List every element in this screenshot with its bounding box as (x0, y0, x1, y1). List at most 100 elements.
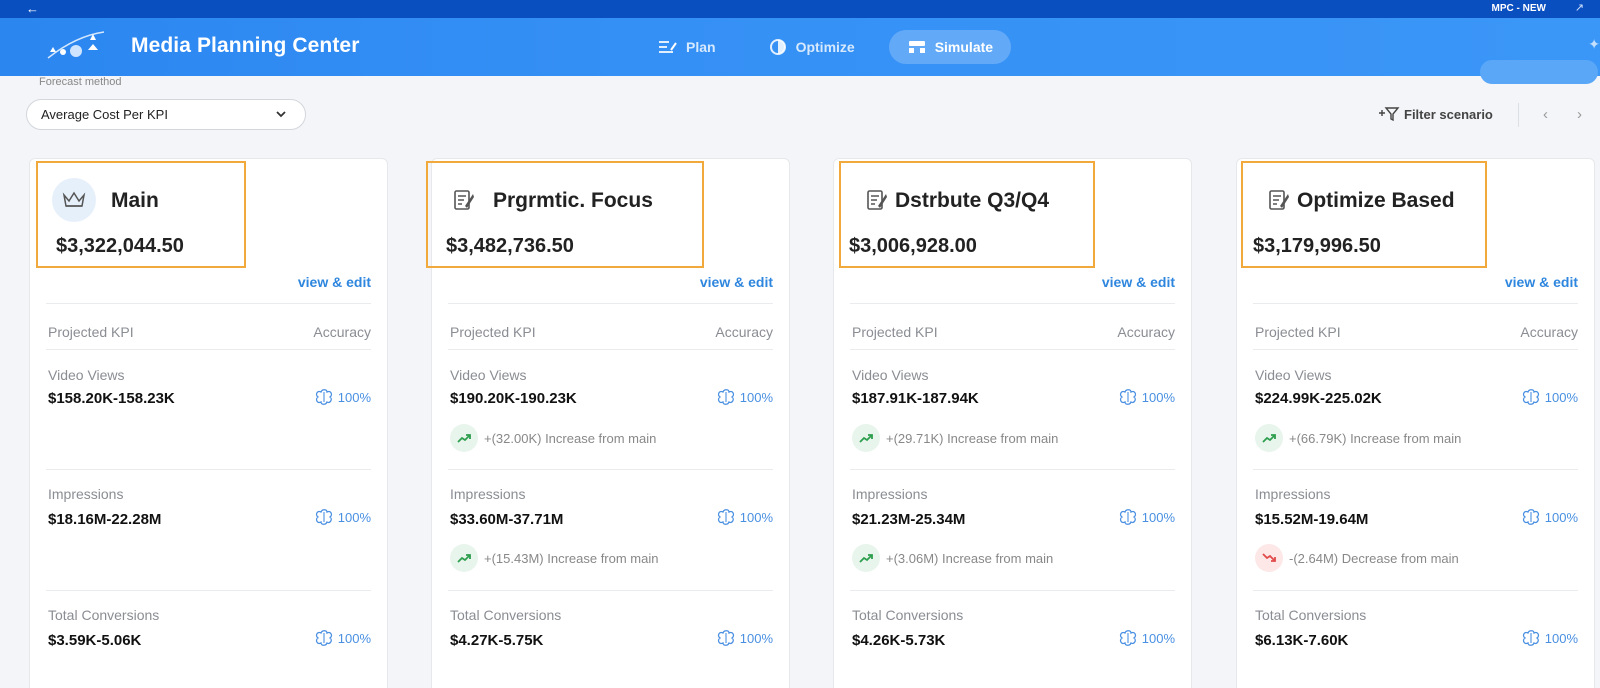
brain-icon (1522, 509, 1539, 525)
brain-icon (315, 630, 332, 646)
plan-icon (659, 41, 677, 53)
chevron-left-icon[interactable]: ‹ (1543, 106, 1548, 123)
tab-optimize[interactable]: Optimize (750, 30, 873, 64)
kpi-delta-text: -(2.64M) Decrease from main (1289, 550, 1459, 566)
brain-icon (717, 630, 734, 646)
view-edit-link[interactable]: view & edit (700, 274, 773, 290)
trend-up-icon (1255, 424, 1283, 452)
divider (46, 469, 371, 470)
window-titlebar: ← MPC - NEW ↗ (0, 0, 1600, 18)
trend-up-icon (852, 424, 880, 452)
kpi-name: Total Conversions (450, 607, 562, 623)
scenario-name: Prgrmtic. Focus (493, 189, 653, 212)
scenario-amount: $3,006,928.00 (849, 235, 977, 257)
optimize-icon (769, 39, 786, 55)
kpi-name: Impressions (450, 486, 526, 502)
trend-up-icon (450, 424, 478, 452)
back-arrow-icon[interactable]: ← (26, 1, 39, 16)
accuracy-text: 100% (337, 509, 371, 525)
scenario-card-dstrbute-q3q4: Dstrbute Q3/Q4 $3,006,928.00 view & edit… (833, 158, 1192, 688)
kpi-delta: +(66.79K) Increase from main (1255, 424, 1461, 452)
brain-icon (1119, 630, 1136, 646)
accuracy-value: 100% (1521, 630, 1578, 646)
divider (850, 590, 1175, 591)
kpi-value: $33.60M-37.71M (450, 511, 564, 528)
edit-document-icon (1257, 178, 1301, 222)
scenario-amount: $3,322,044.50 (56, 235, 184, 257)
kpi-value: $6.13K-7.60K (1255, 632, 1349, 649)
tab-plan[interactable]: Plan (640, 30, 734, 64)
accuracy-text: 100% (1141, 389, 1175, 405)
kpi-value: $21.23M-25.34M (852, 511, 966, 528)
accuracy-text: 100% (1544, 630, 1578, 646)
divider (46, 590, 371, 591)
kpi-name: Impressions (852, 486, 928, 502)
trend-up-icon (852, 544, 880, 572)
expand-icon[interactable]: ↗ (1575, 1, 1584, 14)
accuracy-text: 100% (739, 509, 773, 525)
divider (448, 303, 773, 304)
scenario-amount: $3,482,736.50 (446, 235, 574, 257)
accuracy-text: 100% (1544, 389, 1578, 405)
accuracy-value: 100% (716, 630, 773, 646)
chevron-right-icon[interactable]: › (1577, 106, 1582, 123)
kpi-name: Video Views (48, 367, 125, 383)
kpi-delta-text: +(3.06M) Increase from main (886, 550, 1054, 566)
accuracy-value: 100% (716, 509, 773, 525)
kpi-delta-text: +(32.00K) Increase from main (484, 430, 657, 446)
projected-kpi-header: Projected KPI (450, 324, 536, 340)
kpi-name: Impressions (1255, 486, 1331, 502)
chevron-down-icon (276, 111, 286, 118)
divider (448, 590, 773, 591)
kpi-name: Total Conversions (1255, 607, 1367, 623)
accuracy-value: 100% (1521, 389, 1578, 405)
scenario-header: Optimize Based $3,179,996.50 (1241, 161, 1487, 268)
kpi-value: $187.91K-187.94K (852, 390, 979, 407)
divider (46, 303, 371, 304)
scenario-name: Optimize Based (1297, 189, 1455, 212)
tab-plan-label: Plan (686, 39, 716, 55)
settings-puzzle-icon[interactable]: ✦ (1588, 36, 1600, 53)
kpi-name: Impressions (48, 486, 124, 502)
divider (1253, 590, 1578, 591)
view-edit-link[interactable]: view & edit (1505, 274, 1578, 290)
scenario-header: Dstrbute Q3/Q4 $3,006,928.00 (839, 161, 1095, 268)
kpi-name: Video Views (450, 367, 527, 383)
accuracy-text: 100% (337, 630, 371, 646)
kpi-value: $18.16M-22.28M (48, 511, 162, 528)
accuracy-header: Accuracy (313, 324, 371, 340)
kpi-delta-text: +(15.43M) Increase from main (484, 550, 659, 566)
brain-icon (717, 389, 734, 405)
accuracy-header: Accuracy (1117, 324, 1175, 340)
tab-simulate[interactable]: Simulate (888, 30, 1012, 64)
kpi-delta-text: +(29.71K) Increase from main (886, 430, 1059, 446)
scenario-card-prgrmtic-focus: Prgrmtic. Focus $3,482,736.50 view & edi… (426, 158, 790, 688)
accuracy-value: 100% (1118, 630, 1175, 646)
forecast-method-label: Forecast method (39, 76, 122, 88)
accuracy-text: 100% (1544, 509, 1578, 525)
crown-icon (52, 178, 96, 222)
divider (46, 349, 371, 350)
forecast-method-select[interactable]: Average Cost Per KPI (26, 99, 306, 130)
brain-icon (315, 389, 332, 405)
kpi-name: Video Views (1255, 367, 1332, 383)
accuracy-value: 100% (314, 389, 371, 405)
view-edit-link[interactable]: view & edit (298, 274, 371, 290)
view-edit-link[interactable]: view & edit (1102, 274, 1175, 290)
divider (1253, 303, 1578, 304)
trend-up-icon (450, 544, 478, 572)
kpi-value: $190.20K-190.23K (450, 390, 577, 407)
add-scenario-button[interactable] (1480, 60, 1598, 84)
main-nav: Plan Optimize Simulate (640, 30, 1027, 64)
divider (1253, 469, 1578, 470)
kpi-value: $4.27K-5.75K (450, 632, 544, 649)
accuracy-text: 100% (1141, 509, 1175, 525)
accuracy-value: 100% (716, 389, 773, 405)
toolbar-divider (1518, 103, 1519, 127)
divider (448, 349, 773, 350)
tab-optimize-label: Optimize (795, 39, 855, 55)
kpi-value: $4.26K-5.73K (852, 632, 946, 649)
filter-scenario-button[interactable]: Filter scenario (1378, 106, 1493, 122)
kpi-name: Total Conversions (48, 607, 160, 623)
scenario-name: Dstrbute Q3/Q4 (895, 189, 1050, 212)
